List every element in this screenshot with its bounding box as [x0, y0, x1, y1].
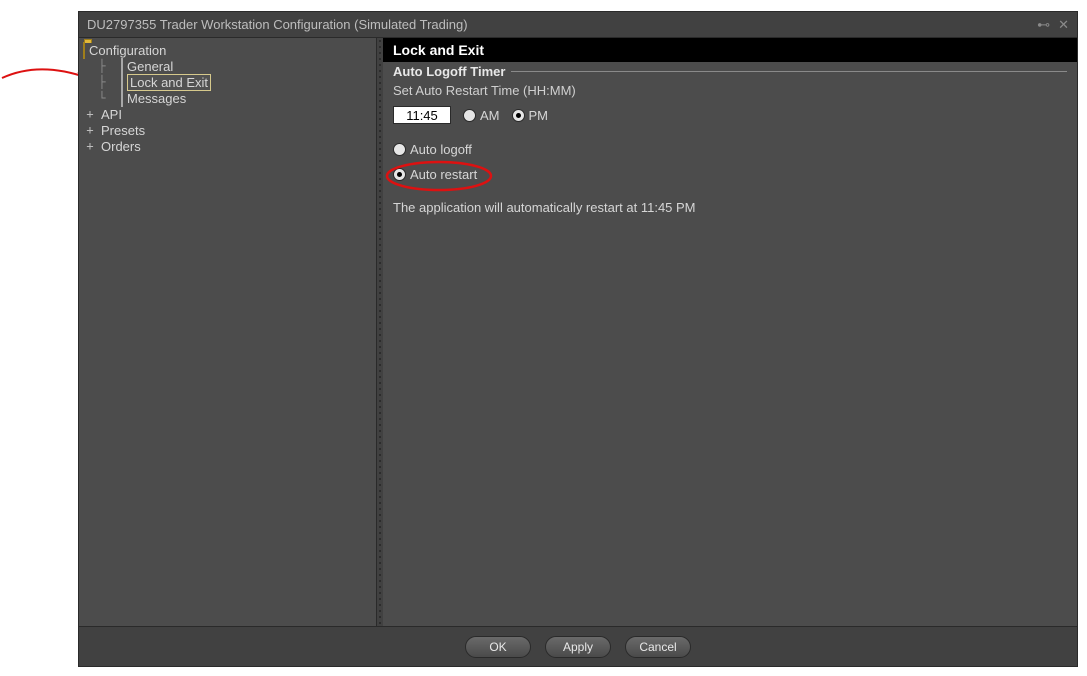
- dialog-footer: OK Apply Cancel: [79, 626, 1077, 666]
- page-icon: [121, 74, 123, 91]
- page-icon: [121, 58, 123, 75]
- cancel-button[interactable]: Cancel: [625, 636, 691, 658]
- radio-restart-label: Auto restart: [410, 167, 477, 182]
- radio-auto-restart[interactable]: Auto restart: [393, 167, 1067, 182]
- restart-message: The application will automatically resta…: [393, 200, 1067, 215]
- radio-pm[interactable]: PM: [512, 108, 549, 123]
- radio-auto-logoff[interactable]: Auto logoff: [393, 142, 1067, 157]
- radio-pm-label: PM: [529, 108, 549, 123]
- tree-expander-icon[interactable]: +: [85, 123, 95, 137]
- folder-icon: [83, 42, 85, 59]
- main-panel: Lock and Exit Auto Logoff Timer Set Auto…: [383, 38, 1077, 626]
- radio-dot-icon: [393, 143, 406, 156]
- tree-branch-icon: ├: [95, 75, 109, 89]
- section-rule: [511, 71, 1067, 72]
- tree-item-label: Orders: [101, 139, 141, 154]
- tree-item-label: Presets: [101, 123, 145, 138]
- titlebar: DU2797355 Trader Workstation Configurati…: [79, 12, 1077, 38]
- section-title: Auto Logoff Timer: [393, 64, 505, 79]
- tree-branch-icon: ├: [95, 59, 109, 73]
- radio-dot-icon: [463, 109, 476, 122]
- tree-item-label: API: [101, 107, 122, 122]
- time-input[interactable]: [393, 106, 451, 124]
- tree-item-api[interactable]: + API: [81, 106, 374, 122]
- tree-item-messages[interactable]: └ Messages: [81, 90, 374, 106]
- tree-root-configuration[interactable]: Configuration: [81, 42, 374, 58]
- radio-am-label: AM: [480, 108, 500, 123]
- tree-root-label: Configuration: [89, 43, 166, 58]
- tree-item-label: Lock and Exit: [127, 74, 211, 91]
- window-title: DU2797355 Trader Workstation Configurati…: [87, 17, 1037, 32]
- tree-item-lock-and-exit[interactable]: ├ Lock and Exit: [81, 74, 374, 90]
- tree-item-general[interactable]: ├ General: [81, 58, 374, 74]
- radio-dot-icon: [393, 168, 406, 181]
- pin-icon[interactable]: ⊷: [1037, 17, 1050, 33]
- config-tree: Configuration ├ General ├ Lock and Exit └ Mes…: [79, 38, 377, 626]
- tree-branch-icon: └: [95, 91, 109, 105]
- tree-item-label: General: [127, 59, 173, 74]
- ok-button[interactable]: OK: [465, 636, 531, 658]
- close-icon[interactable]: ✕: [1058, 17, 1069, 33]
- tree-item-orders[interactable]: + Orders: [81, 138, 374, 154]
- tree-item-presets[interactable]: + Presets: [81, 122, 374, 138]
- tree-expander-icon[interactable]: +: [85, 107, 95, 121]
- radio-dot-icon: [512, 109, 525, 122]
- radio-logoff-label: Auto logoff: [410, 142, 472, 157]
- radio-am[interactable]: AM: [463, 108, 500, 123]
- config-window: DU2797355 Trader Workstation Configurati…: [78, 11, 1078, 667]
- panel-heading: Lock and Exit: [383, 38, 1077, 62]
- page-icon: [121, 90, 123, 107]
- apply-button[interactable]: Apply: [545, 636, 611, 658]
- tree-expander-icon[interactable]: +: [85, 139, 95, 153]
- section-hint: Set Auto Restart Time (HH:MM): [393, 83, 1067, 98]
- tree-item-label: Messages: [127, 91, 186, 106]
